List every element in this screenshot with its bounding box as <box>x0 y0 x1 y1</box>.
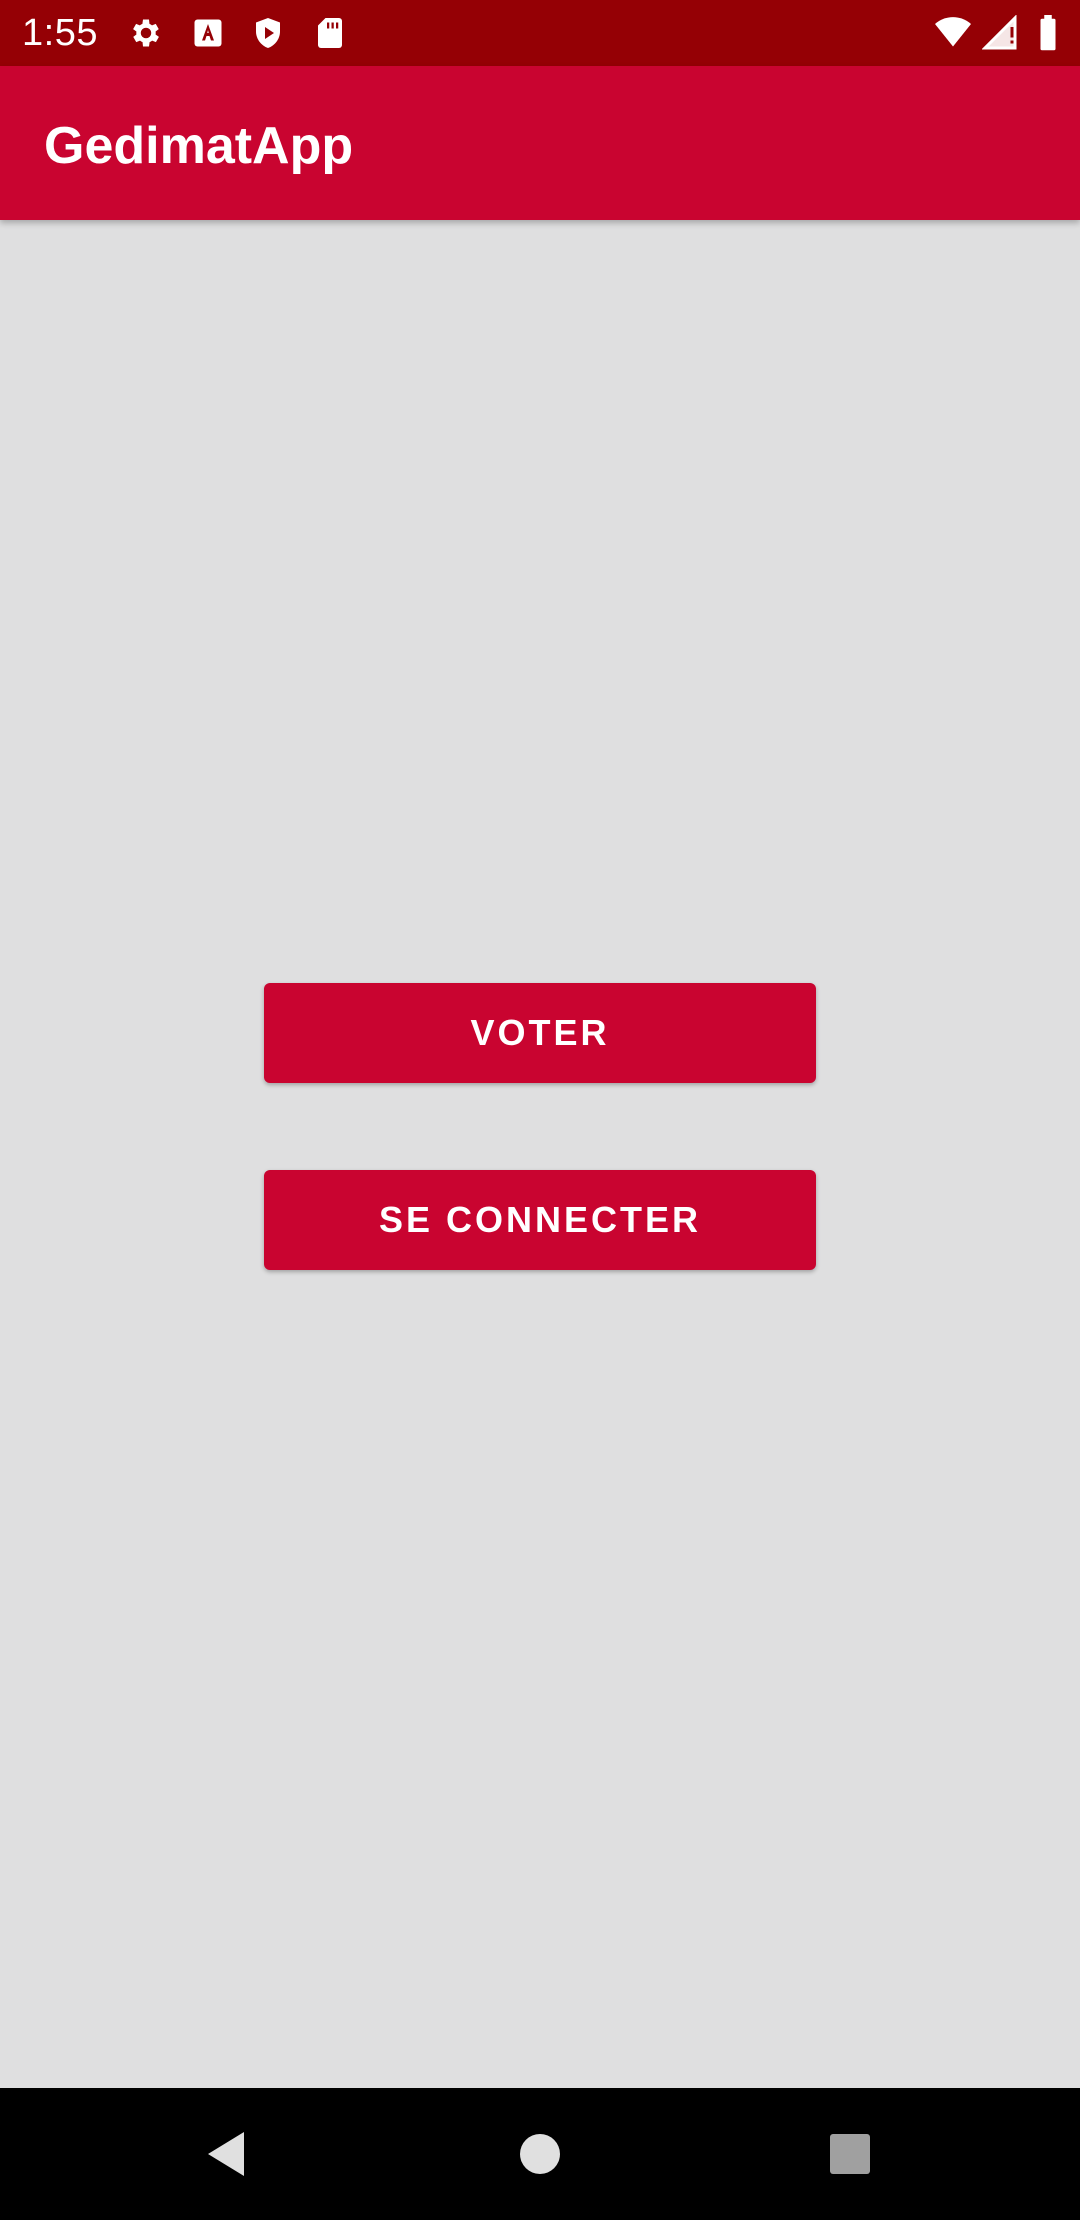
play-shield-icon <box>250 15 286 51</box>
sd-card-icon <box>312 15 348 51</box>
battery-icon <box>1036 15 1060 51</box>
app-bar: GedimatApp <box>0 66 1080 220</box>
gear-icon <box>128 15 164 51</box>
navigation-bar <box>0 2088 1080 2220</box>
font-a-icon <box>190 15 226 51</box>
status-bar: 1:55 <box>0 0 1080 66</box>
back-icon[interactable] <box>196 2124 256 2184</box>
signal-icon <box>982 15 1018 51</box>
voter-button[interactable]: VOTER <box>264 983 816 1083</box>
app-title: GedimatApp <box>44 117 354 175</box>
screen: 1:55 GedimatApp VOTER SE CONNECTER <box>0 0 1080 2220</box>
home-icon[interactable] <box>510 2124 570 2184</box>
wifi-icon <box>932 15 974 51</box>
recents-icon[interactable] <box>820 2124 880 2184</box>
status-time: 1:55 <box>22 12 98 54</box>
se-connecter-button[interactable]: SE CONNECTER <box>264 1170 816 1270</box>
